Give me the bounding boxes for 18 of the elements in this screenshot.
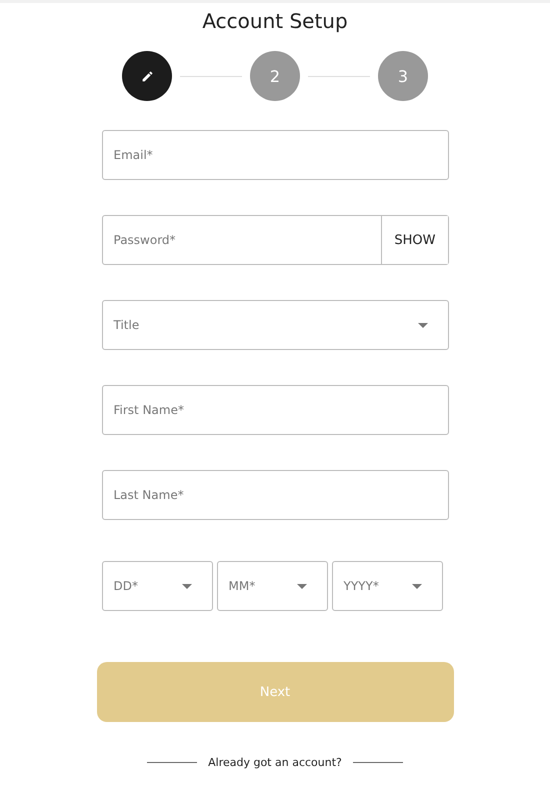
step-indicator: 3 — [378, 51, 428, 101]
title-select[interactable]: Title — [102, 300, 448, 350]
step-indicator: 2 — [250, 51, 300, 101]
input-field[interactable]: First Name* — [102, 385, 448, 435]
input-field[interactable]: Email* — [102, 130, 448, 180]
dropdown-caret-icon — [418, 322, 428, 328]
pencil-icon — [140, 70, 154, 82]
password-field[interactable]: Password* SHOW — [102, 215, 448, 265]
show-password-button[interactable]: SHOW — [381, 216, 448, 264]
date-select[interactable]: MM* — [216, 561, 328, 611]
login-prompt[interactable]: Already got an account? — [208, 756, 342, 769]
date-select[interactable]: YYYY* — [332, 561, 442, 611]
page-title: Account Setup — [202, 9, 348, 33]
input-field[interactable]: Last Name* — [102, 470, 448, 520]
dropdown-caret-icon — [412, 584, 422, 588]
dropdown-caret-icon — [296, 584, 306, 588]
dropdown-caret-icon — [182, 584, 192, 588]
date-select[interactable]: DD* — [102, 561, 212, 611]
